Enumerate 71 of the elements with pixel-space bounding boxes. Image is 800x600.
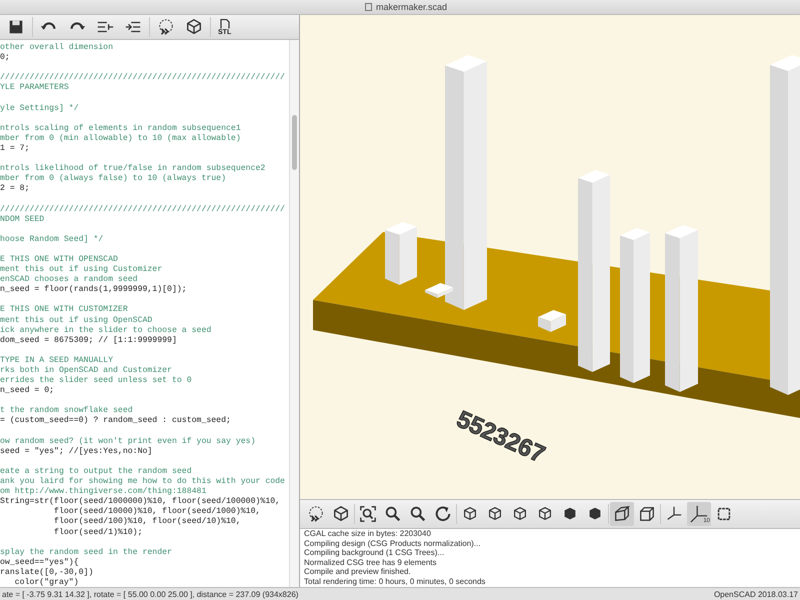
view-right-icon <box>461 505 479 523</box>
code-line: n_seed = floor(rands(1,9999999,1)[0]); <box>0 285 188 296</box>
console-line: Compiling design (CSG Products normalization)... <box>304 538 482 548</box>
console-line: Normalized CSG tree has 9 elements <box>304 558 438 567</box>
scrollbar-thumb[interactable] <box>292 115 297 170</box>
code-line: = (custom_seed==0) ? random_seed : custom_seed; <box>0 416 232 427</box>
code-line: 1 = 7; <box>0 144 30 154</box>
console-line: Total rendering time: 0 hours, 0 minutes, 0 seconds <box>304 576 486 586</box>
zoom-in-icon <box>384 505 402 523</box>
code-line: seed = "yes"; //[yes:Yes,no:No] <box>0 446 154 457</box>
view-bottom-icon <box>511 505 529 523</box>
code-line: 2 = 8; <box>0 184 30 194</box>
perspective-icon <box>613 505 631 523</box>
code-comment: mber from 0 (min allowable) to 10 (max allowable) <box>0 134 242 144</box>
code-comment: E THIS ONE WITH OPENSCAD <box>0 254 119 265</box>
edges-icon <box>715 505 733 523</box>
code-line: floor(seed/10000)%10, floor(seed/1000)%10, <box>53 507 262 517</box>
code-comment: YLE PARAMETERS <box>0 83 70 94</box>
code-comment: enSCAD chooses a random seed <box>0 275 139 285</box>
code-comment: ow random seed? (it won't print even if you say yes) <box>0 436 256 447</box>
status-text: ate = [ -3.75 9.31 14.32 ], rotate = [ 55.00 0.00 25.00 ], distance = 237.09 (934x826) <box>2 590 298 598</box>
code-line: 0; <box>0 53 11 64</box>
preview-icon <box>307 505 325 523</box>
code-comment: rks both in OpenSCAD and Customizer <box>0 366 173 376</box>
zoom-out-icon <box>409 505 427 523</box>
code-comment: ick anywhere in the slider to choose a seed <box>0 326 212 336</box>
code-line: floor(seed/100)%10, floor(seed/10)%10, <box>53 517 242 528</box>
code-line: n_seed = 0; <box>0 386 56 396</box>
code-line: String=str(floor(seed/1000000)%10, floor(seed/100000)%10, <box>0 497 282 507</box>
code-comment: ment this out if using OpenSCAD <box>0 316 154 326</box>
code-comment: om http://www.thingiverse.com/thing:188481 <box>0 487 208 497</box>
view-all-icon <box>359 505 377 523</box>
code-comment: other overall dimension <box>0 43 114 54</box>
version-text: OpenSCAD 2018.03.17 <box>714 590 798 598</box>
code-comment: splay the random seed in the render <box>0 548 173 558</box>
console-line: Compile and preview finished. <box>304 567 412 576</box>
render-icon <box>185 18 203 36</box>
code-line: ranslate([0,-30,0]) <box>0 568 94 578</box>
scale-icon <box>690 505 708 523</box>
console-line: CGAL cache size in bytes: 2203040 <box>304 529 432 538</box>
view-left-icon <box>536 505 554 523</box>
export-icon <box>220 18 230 28</box>
code-comment: errides the slider seed unless set to 0 <box>0 376 193 386</box>
code-line: dom_seed = 8675309; // [1:1:9999999] <box>0 336 178 346</box>
code-comment: ntrols scaling of elements in random subsequence1 <box>0 124 242 134</box>
window-title: makermaker.scad <box>376 2 448 12</box>
view-top-icon <box>486 505 504 523</box>
code-line: color("gray") <box>14 578 80 587</box>
console-line: Compiling background (1 CSG Trees)... <box>304 548 446 558</box>
save-icon <box>7 18 25 36</box>
reset-icon <box>434 505 452 523</box>
perspective-button[interactable] <box>610 502 634 526</box>
code-comment: ank you laird for showing me how to do this with your code <box>0 477 286 487</box>
code-line: floor(seed/1)%10); <box>53 528 144 538</box>
code-comment: eate a string to output the random seed <box>0 466 193 477</box>
orthogonal-icon <box>638 505 656 523</box>
code-comment: ntrols likelihood of true/false in random subsequence2 <box>0 164 266 174</box>
code-comment: TYPE IN A SEED MANUALLY <box>0 356 114 366</box>
code-comment: ////////////////////////////////////////////////////////// <box>0 73 286 84</box>
code-comment: t the random snowflake seed <box>0 406 134 416</box>
code-comment: NDOM SEED <box>0 214 46 225</box>
code-comment: E THIS ONE WITH CUSTOMIZER <box>0 305 129 316</box>
preview-icon <box>157 18 175 36</box>
code-comment: hoose Random Seed] */ <box>0 234 104 245</box>
code-line: ow_seed=="yes"){ <box>0 558 80 568</box>
file-icon <box>365 3 372 11</box>
render-icon <box>332 505 350 523</box>
code-comment: yle Settings] */ <box>0 104 80 114</box>
code-comment: ////////////////////////////////////////////////////////// <box>0 204 286 215</box>
code-comment: ment this out if using Customizer <box>0 265 164 275</box>
code-comment: mber from 0 (always false) to 10 (always true) <box>0 174 228 184</box>
